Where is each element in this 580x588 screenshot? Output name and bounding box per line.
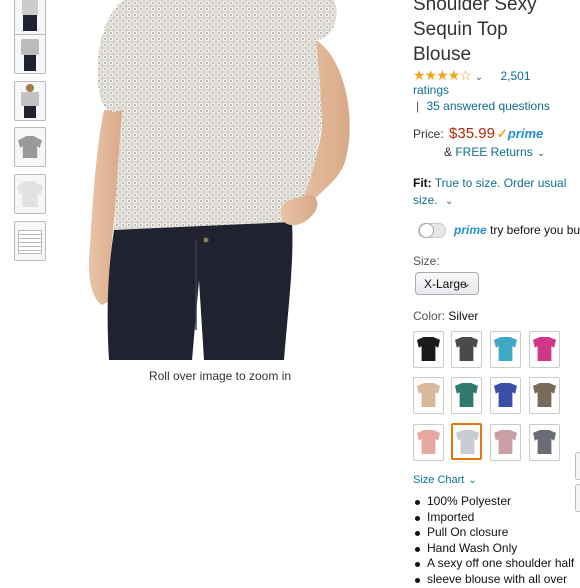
color-swatch-silver[interactable] (451, 423, 482, 460)
swatch-shirt-icon (417, 337, 440, 361)
color-swatch-fuchsia[interactable] (529, 331, 560, 368)
list-item: Hand Wash Only (413, 541, 580, 557)
swatch-shirt-icon (494, 383, 517, 407)
chevron-down-icon: ⌄ (468, 475, 477, 486)
prime-check-icon: ✓ (496, 126, 508, 141)
chevron-down-icon[interactable]: ⌄ (445, 196, 453, 207)
color-swatch-royal-blue[interactable] (490, 377, 521, 414)
swatch-shirt-icon (455, 337, 478, 361)
list-item: 100% Polyester (413, 494, 580, 510)
side-panel-handle[interactable] (575, 484, 580, 512)
color-swatch-pink-silver[interactable] (490, 424, 521, 461)
prime-badge: prime (507, 126, 544, 141)
swatch-shirt-icon (455, 383, 478, 407)
swatch-shirt-icon (417, 383, 440, 407)
swatch-shirt-icon (494, 337, 517, 361)
swatch-shirt-icon (456, 430, 479, 454)
color-swatch-black[interactable] (413, 331, 444, 368)
thumbnail-size-chart[interactable] (14, 221, 46, 261)
feature-bullets: 100% Polyester Imported Pull On closure … (413, 494, 580, 588)
product-title: Shoulder Sexy Sequin Top Blouse (413, 0, 537, 65)
color-label: Color: Silver (413, 309, 479, 323)
color-swatch-rose-gold[interactable] (413, 424, 444, 461)
list-item: Pull On closure (413, 525, 580, 541)
chevron-down-icon[interactable]: ⌄ (537, 148, 545, 159)
answered-questions-row: | 35 answered questions (416, 99, 550, 113)
thumbnail-front-model[interactable] (14, 0, 46, 36)
ratings-link[interactable]: ratings (413, 83, 449, 97)
main-product-image[interactable] (84, 0, 354, 360)
returns-row: & FREE Returns ⌄ (444, 145, 546, 159)
color-selected-value: Silver (448, 309, 479, 323)
list-item: A sexy off one shoulder half (413, 556, 580, 572)
chevron-down-icon[interactable]: ⌄ (475, 72, 483, 83)
size-select[interactable]: X-Large ⌄ (415, 272, 479, 295)
prime-try-label: prime try before you buy (454, 223, 580, 237)
size-chart-link[interactable]: Size Chart ⌄ (413, 474, 477, 486)
fit-info: Fit: True to size. Order usual size. ⌄ (413, 175, 578, 210)
toggle-knob (419, 223, 434, 238)
star-rating-icon[interactable]: ★★★★☆ (413, 67, 472, 83)
ratings-count-link[interactable]: 2,501 (501, 69, 531, 83)
separator-pipe: | (416, 99, 420, 113)
color-swatch-gunmetal[interactable] (529, 424, 560, 461)
color-swatch-turquoise[interactable] (490, 331, 521, 368)
swatch-shirt-icon (533, 337, 556, 361)
prime-try-toggle[interactable] (418, 223, 446, 238)
swatch-shirt-icon (417, 430, 440, 454)
fit-label: Fit: (413, 176, 432, 190)
fit-link[interactable]: True to size. Order usual size. (413, 176, 566, 207)
thumbnail-flat-white[interactable] (14, 174, 46, 214)
answered-questions-link[interactable]: 35 answered questions (426, 99, 549, 113)
price-label: Price: (413, 127, 444, 141)
thumbnail-back-model[interactable] (14, 81, 46, 121)
color-swatch-champagne[interactable] (413, 377, 444, 414)
list-item: Imported (413, 510, 580, 526)
product-photo-illustration (88, 0, 350, 360)
rating-row: ★★★★☆ ⌄ 2,501 (413, 67, 531, 84)
swatch-shirt-icon (533, 430, 556, 454)
price-row: Price: $35.99 ✓prime (413, 125, 543, 142)
color-swatch-emerald[interactable] (451, 377, 482, 414)
color-swatch-dark-gray[interactable] (451, 331, 482, 368)
color-swatch-bronze[interactable] (529, 377, 560, 414)
zoom-hint: Roll over image to zoom in (148, 369, 292, 383)
side-panel-handle[interactable] (575, 452, 580, 480)
swatch-shirt-icon (494, 430, 517, 454)
size-label: Size: (413, 254, 440, 268)
thumbnail-side-model[interactable] (14, 34, 46, 74)
thumbnail-flat-gray[interactable] (14, 127, 46, 167)
chevron-down-icon: ⌄ (461, 278, 471, 290)
price-value: $35.99 (449, 125, 495, 142)
swatch-shirt-icon (533, 383, 556, 407)
free-returns-link[interactable]: FREE Returns (455, 145, 532, 159)
